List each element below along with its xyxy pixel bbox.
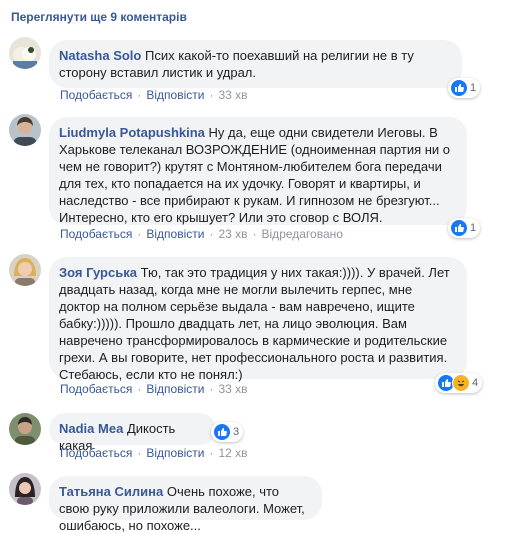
like-button[interactable]: Подобається	[60, 446, 132, 460]
like-button[interactable]: Подобається	[60, 88, 132, 102]
reply-button[interactable]: Відповісти	[146, 227, 204, 241]
reply-button[interactable]: Відповісти	[146, 446, 204, 460]
comment-actions: Подобається · Відповісти · 33 хв	[60, 382, 248, 396]
reactions-summary[interactable]: 1	[448, 78, 481, 98]
comment-bubble: Зоя Гурська Тю, так это традиция у них т…	[49, 257, 467, 382]
separator: ·	[209, 382, 214, 396]
reply-button[interactable]: Відповісти	[146, 88, 204, 102]
avatar[interactable]	[9, 254, 41, 286]
comment-actions: Подобається · Відповісти · 23 хв · Відре…	[60, 227, 343, 241]
separator: ·	[137, 227, 142, 241]
separator: ·	[209, 88, 214, 102]
comment-text: Ну да, еще одни свидетели Иеговы. В Харь…	[59, 125, 451, 225]
comment-author[interactable]: Nadia Mea	[59, 421, 123, 436]
comment-author[interactable]: Татьяна Силина	[59, 484, 163, 499]
reactions-count: 3	[233, 426, 240, 438]
reactions-count: 1	[470, 222, 477, 234]
comment-time[interactable]: 23 хв	[218, 227, 247, 241]
like-button[interactable]: Подобається	[60, 382, 132, 396]
comment-author[interactable]: Зоя Гурська	[59, 265, 137, 280]
comment-bubble: Natasha Solo Псих какой-то поехавший на …	[49, 40, 462, 88]
separator: ·	[209, 446, 214, 460]
view-more-comments-link[interactable]: Переглянути ще 9 коментарів	[11, 10, 187, 24]
reply-button[interactable]: Відповісти	[146, 382, 204, 396]
avatar[interactable]	[9, 413, 41, 445]
avatar[interactable]	[9, 37, 41, 69]
comment-bubble: Liudmyla Potapushkina Ну да, еще одни св…	[49, 117, 467, 225]
comment-text: Тю, так это традиция у них такая:)))). У…	[59, 265, 450, 382]
avatar[interactable]	[9, 114, 41, 146]
reactions-summary[interactable]: 4	[435, 373, 483, 393]
like-icon	[450, 79, 468, 97]
comment-actions: Подобається · Відповісти · 12 хв	[60, 446, 248, 460]
haha-icon	[452, 374, 470, 392]
comment-time[interactable]: 12 хв	[218, 446, 247, 460]
separator: ·	[137, 382, 142, 396]
separator: ·	[209, 227, 214, 241]
like-button[interactable]: Подобається	[60, 227, 132, 241]
like-icon	[213, 423, 231, 441]
reactions-count: 4	[472, 377, 479, 389]
separator: ·	[137, 446, 142, 460]
reactions-count: 1	[470, 82, 477, 94]
avatar[interactable]	[9, 473, 41, 505]
comment-author[interactable]: Liudmyla Potapushkina	[59, 125, 205, 140]
separator: ·	[252, 227, 257, 241]
comment-time[interactable]: 33 хв	[218, 382, 247, 396]
comment-time[interactable]: 33 хв	[218, 88, 247, 102]
comment-bubble: Татьяна Силина Очень похоже, что свою ру…	[49, 476, 322, 533]
edited-label[interactable]: Відредаговано	[262, 227, 343, 241]
comment-author[interactable]: Natasha Solo	[59, 48, 141, 63]
comment-bubble: Nadia Mea Дикость какая	[49, 413, 216, 453]
reactions-summary[interactable]: 1	[448, 218, 481, 238]
reactions-summary[interactable]: 3	[211, 422, 244, 442]
comment-actions: Подобається · Відповісти · 33 хв	[60, 88, 248, 102]
like-icon	[450, 219, 468, 237]
separator: ·	[137, 88, 142, 102]
